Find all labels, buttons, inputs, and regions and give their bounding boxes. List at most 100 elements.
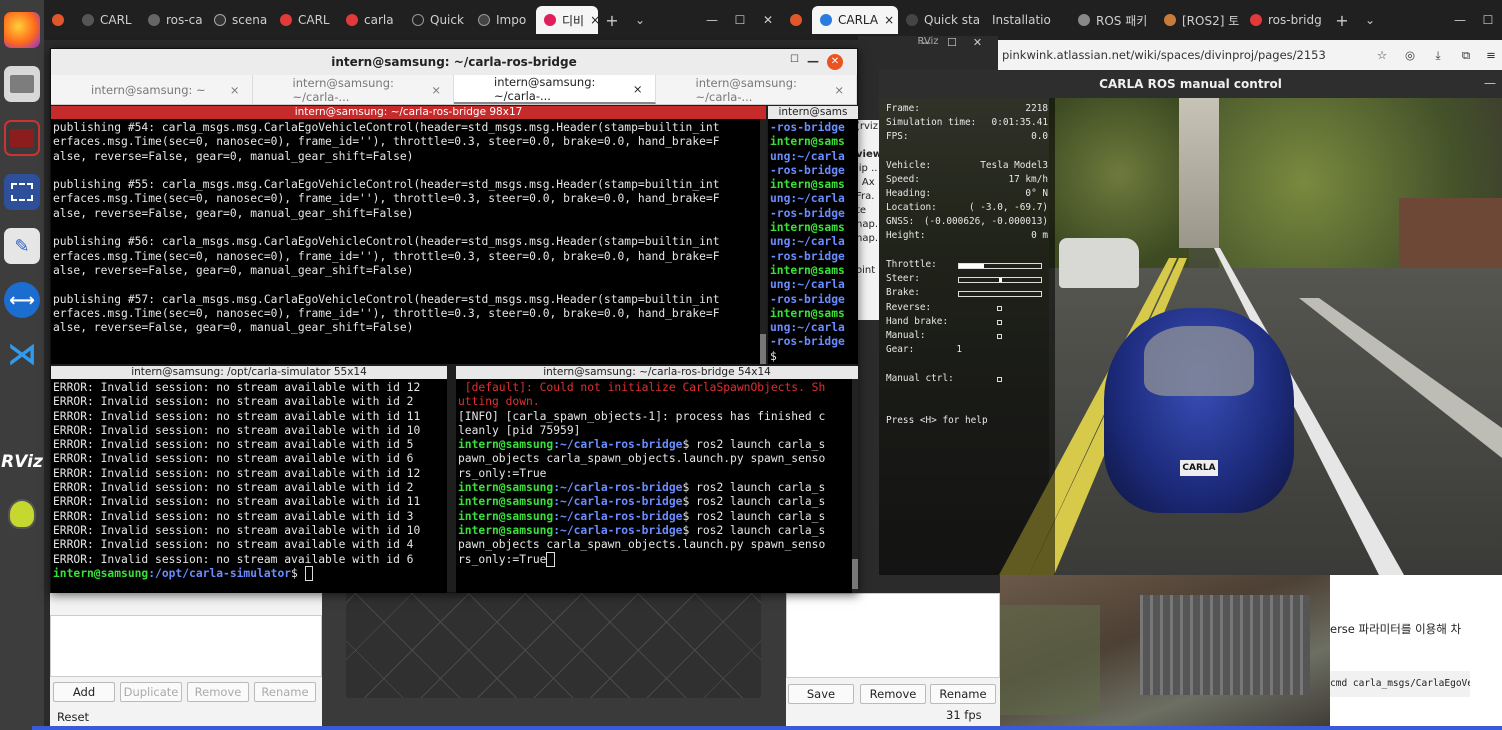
- terminal-line: -ros-bridge: [770, 292, 845, 306]
- command: $ ros2 launch carla_s: [682, 495, 826, 509]
- minimize-icon[interactable]: —: [1484, 76, 1496, 90]
- rename-view-button[interactable]: Rename: [930, 684, 996, 704]
- prompt-path: :~/carla-ros-bridge: [553, 509, 683, 523]
- browser-tab[interactable]: Quick: [404, 6, 470, 34]
- terminal-line: erfaces.msg.Time(sec=0, nanosec=0), fram…: [53, 192, 720, 206]
- terminal-line: intern@sams: [770, 178, 845, 192]
- terminal-tab[interactable]: intern@samsung: ~/carla-... ×: [656, 75, 857, 104]
- browser-tab[interactable]: ros-bridg: [1242, 6, 1328, 34]
- remove-button[interactable]: Remove: [187, 682, 249, 702]
- terminal-line: pawn_objects carla_spawn_objects.launch.…: [458, 452, 826, 466]
- browser-tab[interactable]: carla: [338, 6, 404, 34]
- remove-view-button[interactable]: Remove: [860, 684, 926, 704]
- maximize-icon[interactable]: ☐: [1474, 13, 1502, 27]
- add-button[interactable]: Add: [53, 682, 115, 702]
- text-editor-icon[interactable]: ✎: [4, 228, 40, 264]
- maximize-icon[interactable]: ☐: [726, 13, 754, 27]
- firefox-icon[interactable]: [4, 12, 40, 48]
- tab-list-button[interactable]: ⌄: [1356, 13, 1384, 27]
- minimize-icon[interactable]: —: [698, 13, 726, 27]
- terminator-pane-bottom-left[interactable]: intern@samsung: /opt/carla-simulator 55x…: [51, 366, 447, 593]
- close-icon[interactable]: ×: [230, 83, 240, 97]
- terminal-line: publishing #55: carla_msgs.msg.CarlaEgoV…: [53, 178, 720, 192]
- terminator-pane-bottom-right[interactable]: intern@samsung: ~/carla-ros-bridge 54x14…: [456, 366, 858, 593]
- firefox-menu-icon[interactable]: [782, 6, 812, 34]
- terminal-icon[interactable]: [4, 120, 40, 156]
- vscode-icon[interactable]: ⋊: [4, 336, 40, 372]
- close-window-icon[interactable]: ✕: [973, 36, 982, 52]
- command: $ ros2 launch carla_s: [682, 438, 826, 452]
- extensions-icon[interactable]: ⧉: [1452, 48, 1480, 63]
- browser-tab[interactable]: ros-ca: [140, 6, 206, 34]
- terminal-line: ung:~/carla: [770, 278, 845, 292]
- terminator-pane-top-left[interactable]: intern@samsung: ~/carla-ros-bridge 98x17…: [51, 106, 766, 364]
- download-icon[interactable]: ⤓: [1424, 48, 1452, 63]
- minimize-icon[interactable]: —: [920, 36, 931, 52]
- rviz-3d-view[interactable]: [322, 593, 786, 730]
- browser-tab[interactable]: scena: [206, 6, 272, 34]
- terminal-line: erfaces.msg.Time(sec=0, nanosec=0), fram…: [53, 135, 720, 149]
- ros-turtle-icon[interactable]: [4, 496, 40, 532]
- browser-tab[interactable]: CARL: [272, 6, 338, 34]
- terminal-title: intern@samsung: ~/carla-ros-bridge: [331, 55, 577, 69]
- files-icon[interactable]: [4, 66, 40, 102]
- close-icon[interactable]: ×: [633, 82, 643, 96]
- menu-icon[interactable]: ≡: [1480, 48, 1502, 62]
- close-icon[interactable]: ×: [590, 13, 598, 27]
- terminal-line: ERROR: Invalid session: no stream availa…: [53, 409, 421, 423]
- prompt-user: intern@samsung: [458, 509, 554, 523]
- pane-title: intern@samsung: ~/carla-ros-bridge 98x17: [51, 106, 766, 119]
- url-bar[interactable]: pinkwink.atlassian.net/wiki/spaces/divin…: [998, 48, 1368, 62]
- maximize-icon[interactable]: ☐: [947, 36, 957, 52]
- pocket-icon[interactable]: ◎: [1396, 48, 1424, 62]
- terminator-pane-top-right[interactable]: intern@sams -ros-bridge intern@sams ung:~/…: [768, 106, 858, 364]
- browser-tab-active[interactable]: 디비 ×: [536, 6, 598, 34]
- bookmark-star-icon[interactable]: ☆: [1368, 48, 1396, 62]
- terminal-tab[interactable]: intern@samsung: ~ ×: [51, 75, 253, 104]
- terminal-window: intern@samsung: ~/carla-ros-bridge — ✕ ☐…: [50, 48, 858, 593]
- shell-prompt: intern@samsung:~/carla-ros-bridge$ ros2 …: [458, 510, 856, 524]
- browser-tab[interactable]: CARL: [74, 6, 140, 34]
- close-icon[interactable]: ×: [834, 83, 844, 97]
- terminal-tab[interactable]: intern@samsung: ~/carla-... ×: [253, 75, 454, 104]
- terminal-line: alse, reverse=False, gear=0, manual_gear…: [53, 263, 414, 277]
- browser-tab[interactable]: [ROS2] 토: [1156, 6, 1242, 34]
- browser-tab[interactable]: Installatio: [984, 6, 1070, 34]
- reset-button[interactable]: Reset: [53, 708, 93, 726]
- rviz-icon[interactable]: RViz: [1, 444, 43, 480]
- terminal-line: utting down.: [458, 395, 540, 409]
- save-button[interactable]: Save: [788, 684, 854, 704]
- teamviewer-icon[interactable]: ⟷: [4, 282, 40, 318]
- firefox-menu-icon[interactable]: [44, 6, 74, 34]
- minimize-icon[interactable]: —: [1446, 13, 1474, 27]
- maximize-icon[interactable]: ☐: [790, 54, 799, 65]
- terminal-line: publishing #54: carla_msgs.msg.CarlaEgoV…: [53, 121, 720, 134]
- tab-list-button[interactable]: ⌄: [626, 13, 654, 27]
- screenshot-icon[interactable]: [4, 174, 40, 210]
- minimize-icon[interactable]: —: [807, 54, 819, 68]
- terminal-tab-active[interactable]: intern@samsung: ~/carla-... ×: [454, 75, 656, 104]
- close-window-icon[interactable]: ✕: [827, 54, 843, 70]
- reverse-checkbox: [997, 306, 1002, 311]
- browser-tab[interactable]: ROS 패키: [1070, 6, 1156, 34]
- terminal-line: intern@sams: [770, 263, 845, 277]
- new-tab-button[interactable]: +: [1328, 11, 1356, 30]
- prompt-user: intern@samsung: [458, 481, 554, 495]
- prompt-path: :~/carla-ros-bridge: [553, 481, 683, 495]
- browser-tab-active[interactable]: CARLA ×: [812, 6, 898, 34]
- close-icon[interactable]: ×: [884, 13, 894, 27]
- terminal-line: ERROR: Invalid session: no stream availa…: [53, 423, 421, 437]
- rename-button[interactable]: Rename: [254, 682, 316, 702]
- close-icon[interactable]: ×: [431, 83, 441, 97]
- close-window-icon[interactable]: ✕: [754, 13, 782, 27]
- browser-tab[interactable]: Impo: [470, 6, 536, 34]
- new-tab-button[interactable]: +: [598, 11, 626, 30]
- browser-tab[interactable]: Quick sta: [898, 6, 984, 34]
- duplicate-button[interactable]: Duplicate: [120, 682, 182, 702]
- terminal-line: pawn_objects carla_spawn_objects.launch.…: [458, 538, 826, 552]
- terminal-line: ung:~/carla: [770, 235, 845, 249]
- terminal-line: -ros-bridge: [770, 163, 845, 177]
